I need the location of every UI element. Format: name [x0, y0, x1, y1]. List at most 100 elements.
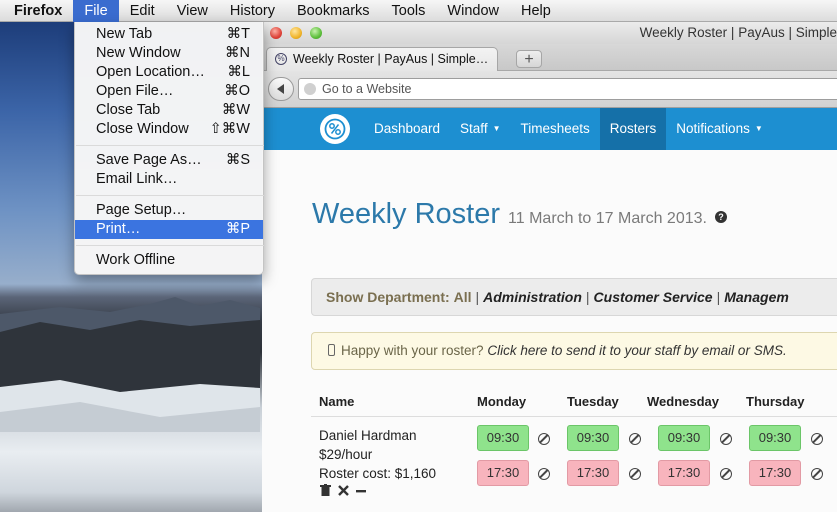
department-all[interactable]: All — [454, 289, 472, 305]
menu-edit[interactable]: Edit — [119, 0, 166, 22]
url-bar[interactable]: Go to a Website — [298, 78, 837, 100]
menu-item-shortcut: ⌘W — [221, 102, 250, 118]
tab-title: Weekly Roster | PayAus | Simple… — [293, 52, 489, 66]
block-icon[interactable] — [538, 433, 550, 445]
menu-item-label: Work Offline — [96, 252, 176, 268]
trash-icon[interactable] — [320, 484, 331, 499]
block-icon[interactable] — [629, 433, 641, 445]
shift-end-wednesday[interactable]: 17:30 — [658, 460, 710, 486]
separator: | — [475, 289, 480, 305]
menu-separator — [76, 245, 264, 246]
page-title: Weekly Roster — [312, 198, 501, 230]
send-roster-link[interactable]: Click here to send it to your staff by e… — [487, 343, 786, 358]
block-icon[interactable] — [538, 468, 550, 480]
menu-history[interactable]: History — [219, 0, 286, 22]
menu-item-save-page-as[interactable]: Save Page As… ⌘S — [75, 151, 263, 170]
menu-bar: Firefox File Edit View History Bookmarks… — [0, 0, 837, 22]
nav-dashboard-label: Dashboard — [374, 121, 441, 136]
window-title: Weekly Roster | PayAus | Simple — [639, 25, 837, 40]
menu-separator — [76, 195, 264, 196]
nav-staff[interactable]: Staff ▼ — [450, 108, 510, 150]
send-roster-notice: Happy with your roster? Click here to se… — [311, 332, 837, 370]
menu-view[interactable]: View — [166, 0, 219, 22]
department-customer-service[interactable]: Customer Service — [594, 289, 713, 305]
menu-file[interactable]: File — [73, 0, 119, 22]
menu-tools[interactable]: Tools — [381, 0, 437, 22]
menu-item-email-link[interactable]: Email Link… — [75, 170, 263, 189]
tab-weekly-roster[interactable]: % Weekly Roster | PayAus | Simple… — [266, 47, 498, 71]
menu-item-label: Email Link… — [96, 171, 178, 187]
globe-icon — [304, 83, 316, 95]
menu-item-shortcut: ⌘L — [227, 64, 250, 80]
menu-item-open-location[interactable]: Open Location… ⌘L — [75, 63, 263, 82]
block-icon[interactable] — [811, 433, 823, 445]
menu-item-label: Open Location… — [96, 64, 205, 80]
shift-end-monday[interactable]: 17:30 — [477, 460, 529, 486]
menu-item-new-window[interactable]: New Window ⌘N — [75, 44, 263, 63]
menu-item-new-tab[interactable]: New Tab ⌘T — [75, 25, 263, 44]
nav-notifications-label: Notifications — [676, 121, 750, 136]
page-heading: Weekly Roster 11 March to 17 March 2013.? — [312, 198, 727, 231]
zoom-window-button[interactable] — [310, 27, 322, 39]
menu-item-label: New Window — [96, 45, 181, 61]
column-header-thursday: Thursday — [746, 394, 805, 409]
menu-item-work-offline[interactable]: Work Offline — [75, 251, 263, 270]
menu-item-label: Close Window — [96, 121, 189, 137]
menu-item-page-setup[interactable]: Page Setup… — [75, 201, 263, 220]
back-arrow-icon — [277, 84, 284, 94]
payaus-logo-icon[interactable] — [320, 114, 350, 144]
menu-item-label: Page Setup… — [96, 202, 187, 218]
title-bar: Weekly Roster | PayAus | Simple — [262, 22, 837, 44]
menu-bookmarks[interactable]: Bookmarks — [286, 0, 381, 22]
close-window-button[interactable] — [270, 27, 282, 39]
menu-firefox[interactable]: Firefox — [0, 0, 73, 22]
minimize-window-button[interactable] — [290, 27, 302, 39]
navigation-toolbar: Go to a Website — [262, 71, 837, 108]
roster-cost: Roster cost: $1,160 — [319, 466, 437, 481]
mountain-landscape — [0, 297, 260, 432]
menu-item-print[interactable]: Print… ⌘P — [75, 220, 263, 239]
department-filter-label: Show Department: — [326, 289, 450, 305]
back-button[interactable] — [268, 77, 294, 101]
caret-down-icon: ▼ — [492, 124, 501, 133]
employee-name[interactable]: Daniel Hardman — [319, 428, 417, 443]
shift-end-tuesday[interactable]: 17:30 — [567, 460, 619, 486]
block-icon[interactable] — [629, 468, 641, 480]
menu-item-close-tab[interactable]: Close Tab ⌘W — [75, 101, 263, 120]
phone-icon — [328, 344, 335, 356]
block-icon[interactable] — [720, 433, 732, 445]
shift-start-thursday[interactable]: 09:30 — [749, 425, 801, 451]
nav-notifications[interactable]: Notifications ▼ — [666, 108, 772, 150]
menu-item-label: Close Tab — [96, 102, 161, 118]
nav-timesheets-label: Timesheets — [520, 121, 590, 136]
department-administration[interactable]: Administration — [483, 289, 582, 305]
column-header-wednesday: Wednesday — [647, 394, 720, 409]
nav-dashboard[interactable]: Dashboard — [364, 108, 450, 150]
department-filter: Show Department: All | Administration | Cust… — [311, 278, 837, 316]
header-divider — [311, 416, 837, 417]
shift-start-wednesday[interactable]: 09:30 — [658, 425, 710, 451]
menu-window[interactable]: Window — [436, 0, 510, 22]
menu-item-open-file[interactable]: Open File… ⌘O — [75, 82, 263, 101]
menu-item-shortcut: ⌘O — [224, 83, 250, 99]
menu-item-shortcut: ⌘S — [225, 152, 250, 168]
shift-end-thursday[interactable]: 17:30 — [749, 460, 801, 486]
notice-text: Happy with your roster? — [341, 343, 484, 358]
shift-start-monday[interactable]: 09:30 — [477, 425, 529, 451]
separator: | — [716, 289, 721, 305]
block-icon[interactable] — [720, 468, 732, 480]
nav-rosters[interactable]: Rosters — [599, 108, 667, 150]
menu-item-close-window[interactable]: Close Window ⇧⌘W — [75, 120, 263, 139]
shift-start-tuesday[interactable]: 09:30 — [567, 425, 619, 451]
nav-timesheets[interactable]: Timesheets — [511, 108, 600, 150]
new-tab-button[interactable]: + — [516, 50, 542, 68]
minus-icon[interactable] — [356, 484, 366, 499]
remove-x-icon[interactable] — [338, 484, 349, 499]
menu-item-label: Print… — [96, 221, 141, 237]
payaus-favicon-icon: % — [275, 53, 287, 65]
help-icon[interactable]: ? — [714, 211, 727, 223]
tab-strip: % Weekly Roster | PayAus | Simple… + — [262, 44, 837, 71]
menu-help[interactable]: Help — [510, 0, 562, 22]
department-management[interactable]: Managem — [724, 289, 789, 305]
block-icon[interactable] — [811, 468, 823, 480]
